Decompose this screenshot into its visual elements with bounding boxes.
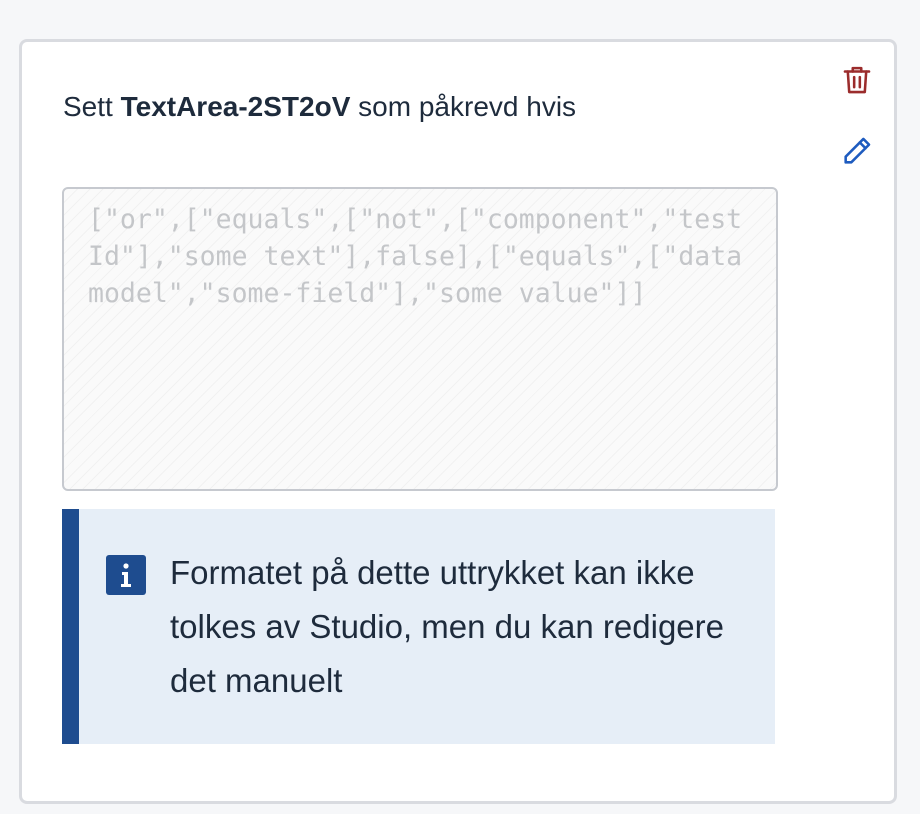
info-icon: [106, 555, 146, 595]
expression-textarea[interactable]: ["or",["equals",["not",["component","tes…: [62, 187, 778, 491]
condition-heading: Sett TextArea-2ST2oV som påkrevd hvis: [63, 90, 576, 124]
heading-prefix: Sett: [63, 91, 113, 122]
delete-button[interactable]: [837, 60, 877, 100]
edit-button[interactable]: [837, 131, 877, 171]
pencil-icon: [844, 137, 871, 164]
trash-icon: [843, 66, 871, 94]
alert-message: Formatet på dette uttrykket kan ikke tol…: [170, 554, 724, 699]
info-alert: Formatet på dette uttrykket kan ikke tol…: [62, 509, 775, 744]
heading-suffix: som påkrevd hvis: [358, 91, 577, 122]
component-id: TextArea-2ST2oV: [120, 91, 351, 122]
expression-card: Sett TextArea-2ST2oV som påkrevd hvis ["…: [19, 39, 897, 804]
